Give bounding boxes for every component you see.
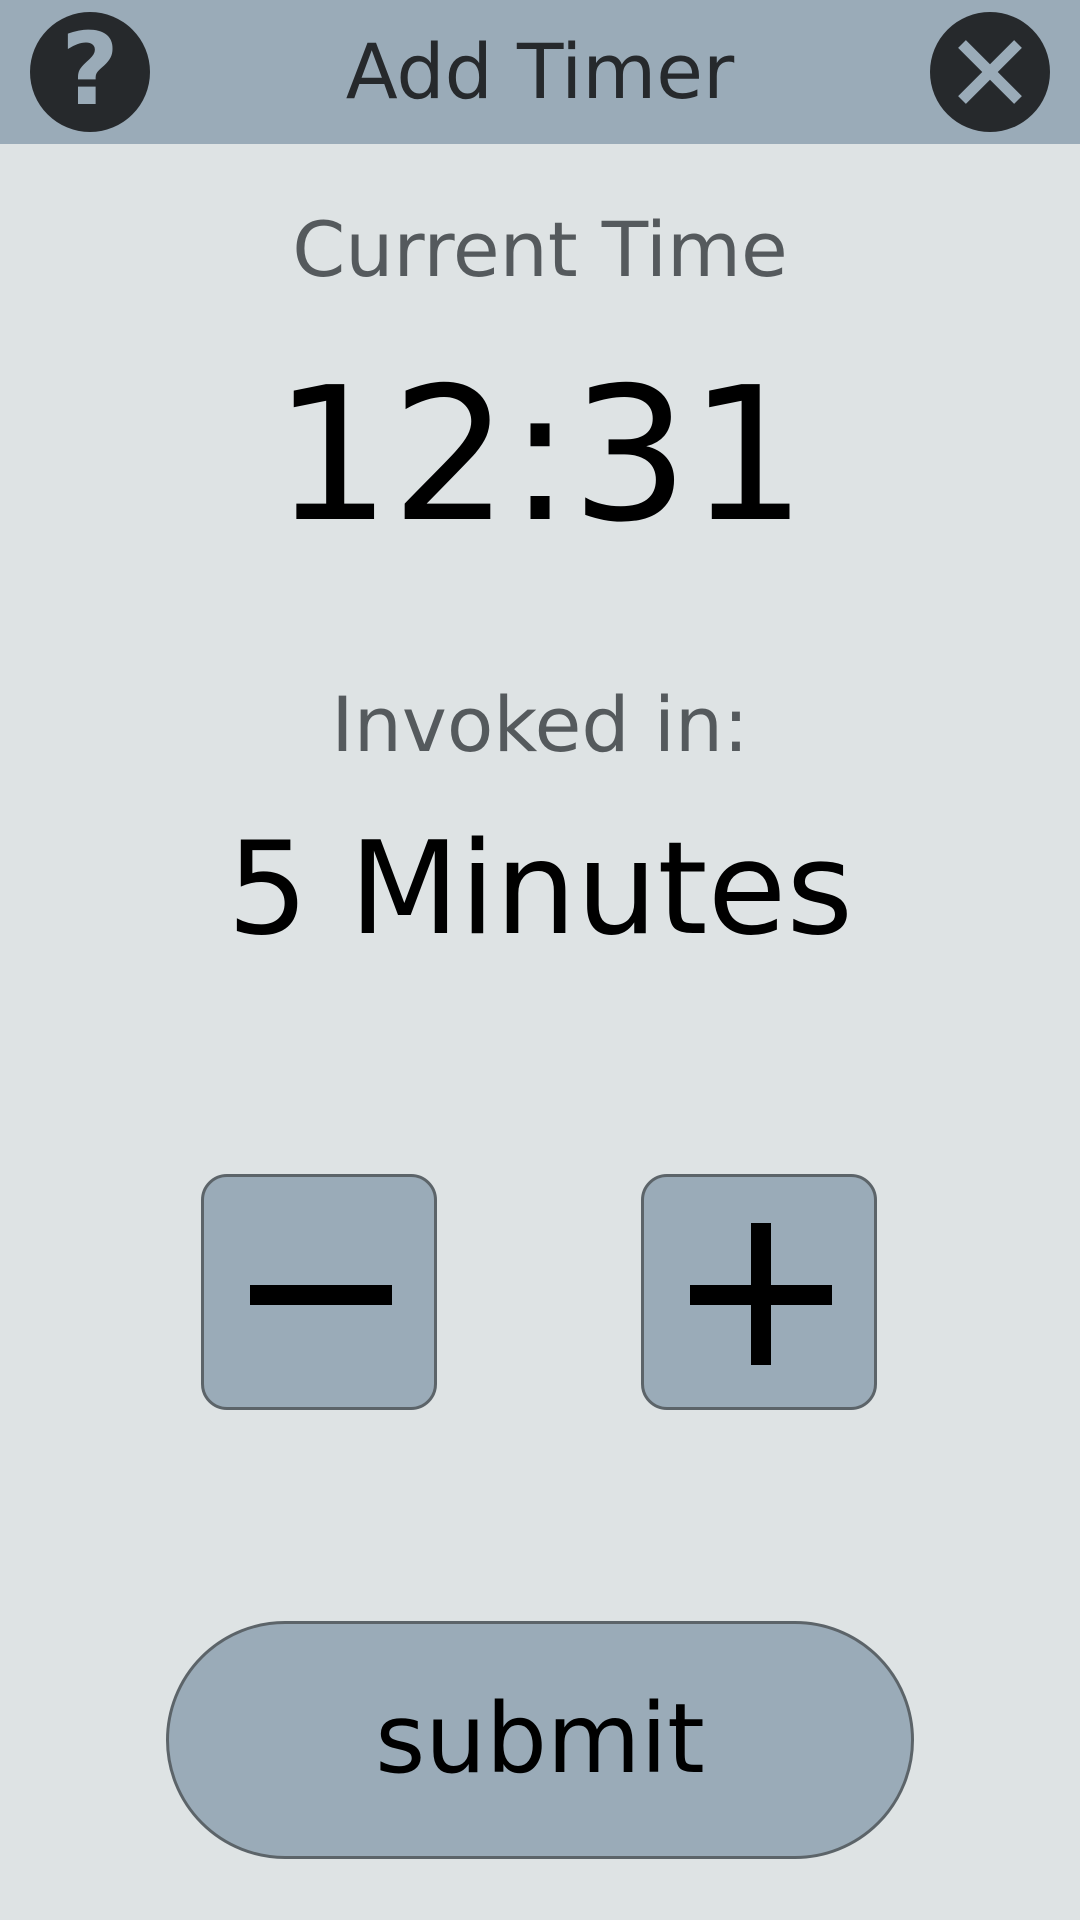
current-time-value: 12:31 [273,347,807,563]
plus-icon [690,1223,832,1365]
page-title: Add Timer [345,27,735,116]
help-button[interactable]: ? [30,12,150,132]
submit-button[interactable]: submit [166,1621,914,1859]
increment-button[interactable] [641,1174,877,1410]
question-mark-icon: ? [60,11,119,128]
invoked-in-value: 5 Minutes [227,815,853,964]
header-bar: Add Timer ? [0,0,1080,144]
current-time-label: Current Time [292,205,788,294]
close-x-icon [958,40,1022,104]
close-button[interactable] [930,12,1050,132]
decrement-button[interactable] [201,1174,437,1410]
invoked-in-label: Invoked in: [331,680,749,769]
minus-icon [250,1285,392,1305]
